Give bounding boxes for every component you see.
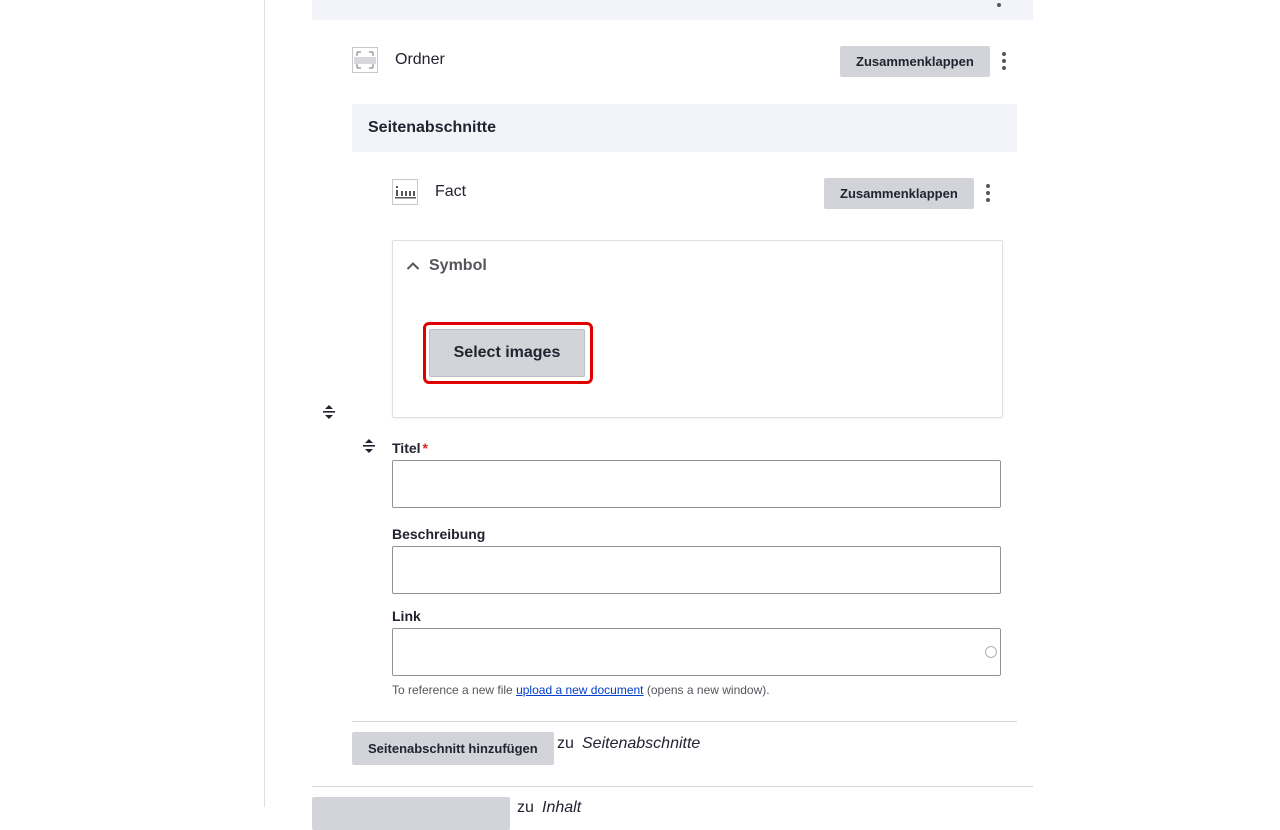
symbol-summary-label: Symbol	[429, 257, 487, 274]
add-content-target: Inhalt	[542, 799, 582, 816]
drag-handle-icon[interactable]	[362, 438, 376, 454]
symbol-details: Symbol Select images	[392, 240, 1003, 418]
add-section-zu: zu	[557, 735, 574, 752]
autocomplete-icon	[985, 646, 997, 658]
fact-actions-icon[interactable]	[978, 181, 998, 205]
title-label-text: Titel	[392, 440, 421, 456]
title-field-label: Titel *	[392, 440, 428, 456]
folder-actions-icon[interactable]	[994, 49, 1014, 73]
sections-header: Seitenabschnitte	[352, 104, 1017, 152]
help-prefix: To reference a new file	[392, 683, 513, 697]
divider	[352, 721, 1017, 722]
chevron-up-icon	[406, 262, 420, 270]
fact-paragraph-icon	[392, 179, 418, 205]
select-images-button[interactable]: Select images	[429, 329, 585, 377]
folder-paragraph-icon	[352, 47, 378, 73]
description-input[interactable]	[392, 546, 1001, 594]
fact-collapse-button[interactable]: Zusammenklappen	[824, 178, 974, 209]
drag-handle-icon[interactable]	[322, 404, 336, 420]
required-marker: *	[422, 440, 428, 456]
add-section-button[interactable]: Seitenabschnitt hinzufügen	[352, 732, 554, 765]
link-input[interactable]	[392, 628, 1001, 676]
symbol-summary[interactable]: Symbol	[405, 256, 487, 276]
add-section-target: Seitenabschnitte	[582, 735, 701, 752]
upload-document-link[interactable]: upload a new document	[516, 683, 643, 697]
link-field-label: Link	[392, 608, 421, 624]
folder-collapse-button[interactable]: Zusammenklappen	[840, 46, 990, 77]
outer-paragraph-header	[312, 0, 1033, 20]
add-content-zu: zu	[517, 799, 534, 816]
divider	[312, 786, 1033, 787]
folder-paragraph-label: Ordner	[395, 51, 445, 68]
title-input[interactable]	[392, 460, 1001, 508]
add-content-button[interactable]	[312, 797, 510, 830]
fact-paragraph-label: Fact	[435, 183, 467, 200]
help-suffix: (opens a new window).	[646, 683, 770, 697]
link-help-text: To reference a new file upload a new doc…	[392, 683, 770, 697]
description-field-label: Beschreibung	[392, 526, 486, 542]
left-rail	[0, 0, 265, 807]
outer-paragraph-actions-icon[interactable]	[989, 0, 1009, 10]
